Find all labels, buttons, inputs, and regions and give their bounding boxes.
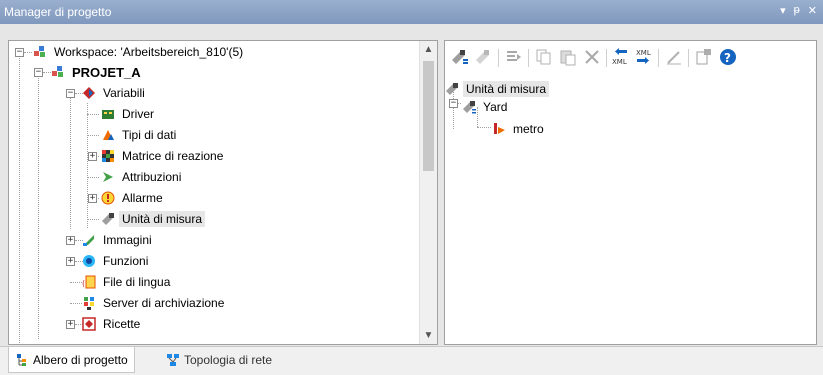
expand-toggle-funzioni[interactable]: + <box>66 257 75 266</box>
tree-item-attribuzioni[interactable]: Attribuzioni <box>101 167 184 187</box>
tree-item-allarme[interactable]: Allarme <box>101 188 166 208</box>
expand-toggle-ricette[interactable]: + <box>66 320 75 329</box>
driver-icon <box>101 107 115 121</box>
conversion-icon <box>492 122 506 136</box>
workspace-icon <box>33 45 47 59</box>
project-tree-icon <box>15 353 29 367</box>
project-tree-panel: − − − + + + + + Workspace: 'Arbeitsberei… <box>8 40 438 345</box>
rename-icon[interactable] <box>505 48 523 66</box>
tree-item-label: Server di archiviazione <box>103 296 225 310</box>
language-file-icon: ( <box>82 275 96 289</box>
alarm-icon <box>101 191 115 205</box>
functions-icon <box>82 254 96 268</box>
dropdown-icon[interactable]: ▾ <box>780 4 786 17</box>
tree-item-server-di-archiviazione[interactable]: Server di archiviazione <box>82 293 227 313</box>
tree-item-variabili[interactable]: Variabili <box>82 83 148 103</box>
tree-item-project[interactable]: PROJET_A <box>51 62 144 82</box>
detail-toolbar: XML XML ? <box>445 41 816 75</box>
tab-label: Topologia di rete <box>184 353 273 367</box>
scroll-thumb[interactable] <box>423 61 434 171</box>
scroll-down-icon[interactable]: ▼ <box>420 327 437 344</box>
tab-label: Albero di progetto <box>33 352 128 367</box>
expand-toggle-allarme[interactable]: + <box>88 194 97 203</box>
base-unit-icon <box>462 100 476 114</box>
export-xml-icon[interactable]: XML <box>611 48 629 66</box>
tree-item-label: Unità di misura <box>463 81 550 97</box>
pin-icon[interactable]: ᵽ <box>794 4 800 17</box>
tree-item-label: PROJET_A <box>72 64 141 80</box>
expand-toggle-matrice[interactable]: + <box>88 152 97 161</box>
tree-item-matrice[interactable]: Matrice di reazione <box>101 146 226 166</box>
delete-icon[interactable] <box>583 48 601 66</box>
unit-of-measure-icon <box>101 212 115 226</box>
tree-item-label: Immagini <box>103 233 152 247</box>
svg-text:XML: XML <box>612 58 627 66</box>
tree-item-file-di-lingua[interactable]: ( File di lingua <box>82 272 173 292</box>
tree-item-label: Allarme <box>122 191 163 205</box>
unit-tree-item-metro[interactable]: metro <box>492 119 547 139</box>
unit-of-measure-icon <box>445 82 459 96</box>
tree-item-driver[interactable]: Driver <box>101 104 157 124</box>
tree-item-label: Workspace: 'Arbeitsbereich_810'(5) <box>54 45 244 59</box>
tree-item-label: Tipi di dati <box>122 128 177 142</box>
properties-icon[interactable] <box>695 48 713 66</box>
import-xml-icon[interactable]: XML <box>635 48 653 66</box>
tree-item-tipi-di-dati[interactable]: Tipi di dati <box>101 125 179 145</box>
content-frame: − − − + + + + + Workspace: 'Arbeitsberei… <box>0 24 823 346</box>
tree-item-immagini[interactable]: Immagini <box>82 230 155 250</box>
tree-item-label: Driver <box>122 107 154 121</box>
tree-scrollbar[interactable]: ▲ ▼ <box>419 41 437 344</box>
scroll-up-icon[interactable]: ▲ <box>420 41 437 58</box>
tree-item-funzioni[interactable]: Funzioni <box>82 251 151 271</box>
tree-item-label: Funzioni <box>103 254 149 268</box>
collapse-toggle-workspace[interactable]: − <box>15 48 24 57</box>
svg-text:XML: XML <box>636 49 651 57</box>
svg-text:?: ? <box>724 51 731 65</box>
window-titlebar: Manager di progetto ▾ ᵽ ✕ <box>0 0 823 24</box>
bottom-tab-bar: Albero di progetto Topologia di rete <box>0 346 823 375</box>
recipes-icon <box>82 317 96 331</box>
tree-item-label: Attribuzioni <box>122 170 182 184</box>
matrix-icon <box>101 149 115 163</box>
close-icon[interactable]: ✕ <box>808 4 817 17</box>
tree-item-label: Ricette <box>103 317 141 331</box>
tree-item-label: Unità di misura <box>119 211 206 227</box>
paste-icon[interactable] <box>559 48 577 66</box>
tree-item-workspace[interactable]: Workspace: 'Arbeitsbereich_810'(5) <box>33 42 246 62</box>
tree-item-label: Variabili <box>103 86 145 100</box>
new-conversion-icon[interactable] <box>475 48 493 66</box>
variables-icon <box>82 86 96 100</box>
tree-item-label: Matrice di reazione <box>122 149 224 163</box>
tree-item-unita-di-misura[interactable]: Unità di misura <box>101 209 206 229</box>
window-title: Manager di progetto <box>4 5 112 19</box>
project-icon <box>51 65 65 79</box>
tree-item-label: Yard <box>483 100 508 114</box>
expand-toggle-immagini[interactable]: + <box>66 236 75 245</box>
new-unit-icon[interactable] <box>451 48 469 66</box>
assignment-icon <box>101 170 115 184</box>
tab-albero-di-progetto[interactable]: Albero di progetto <box>8 347 135 373</box>
tree-item-label: File di lingua <box>103 275 171 289</box>
detail-panel: XML XML ? − Unità di misura Yard metro <box>444 40 817 345</box>
data-types-icon <box>101 128 115 142</box>
unit-tree-item-yard[interactable]: Yard <box>462 97 510 117</box>
tree-item-ricette[interactable]: Ricette <box>82 314 143 334</box>
svg-text:(: ( <box>82 279 85 288</box>
window-controls: ▾ ᵽ ✕ <box>780 4 817 17</box>
unit-tree-root[interactable]: Unità di misura <box>445 79 550 99</box>
copy-icon[interactable] <box>535 48 553 66</box>
help-icon[interactable]: ? <box>719 48 737 66</box>
archive-server-icon <box>82 296 96 310</box>
network-topology-icon <box>166 353 180 367</box>
tree-item-label: metro <box>513 122 544 136</box>
images-icon <box>82 233 96 247</box>
collapse-toggle-yard[interactable]: − <box>449 99 458 108</box>
collapse-toggle-project[interactable]: − <box>34 68 43 77</box>
edit-icon[interactable] <box>665 48 683 66</box>
tab-topologia-di-rete[interactable]: Topologia di rete <box>160 347 278 373</box>
collapse-toggle-variabili[interactable]: − <box>66 89 75 98</box>
